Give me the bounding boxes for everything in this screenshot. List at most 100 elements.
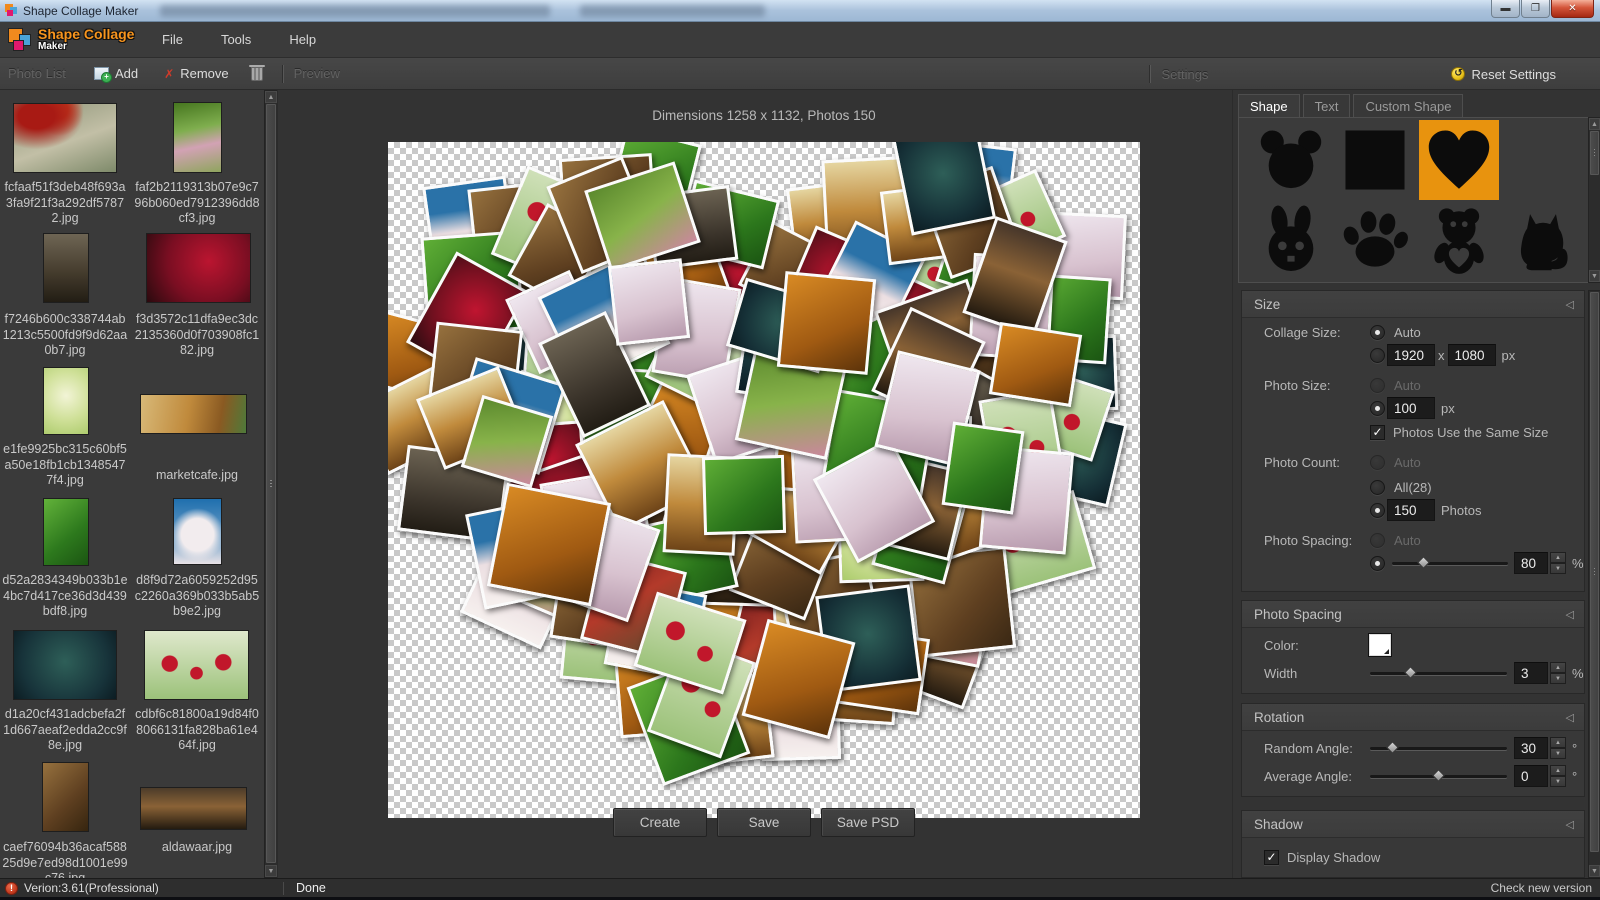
photo-spacing-auto-radio[interactable] (1370, 532, 1385, 548)
shape-option-paw[interactable] (1335, 200, 1415, 280)
collapse-arrow-icon[interactable]: ◁ (1566, 818, 1574, 831)
collage-dimensions-text: Dimensions 1258 x 1132, Photos 150 (652, 108, 876, 123)
photo-thumbnail[interactable] (43, 498, 89, 566)
shape-cat-icon (1520, 214, 1568, 271)
photo-thumbnail[interactable] (140, 394, 247, 434)
collage-width-input[interactable] (1387, 344, 1435, 366)
photo-size-input[interactable] (1387, 397, 1435, 419)
photo-thumbnail[interactable] (146, 233, 251, 303)
scroll-down-arrow[interactable]: ▼ (1589, 270, 1600, 282)
scrollbar-thumb[interactable] (1590, 131, 1599, 175)
create-button[interactable]: Create (613, 808, 707, 837)
same-size-label: Photos Use the Same Size (1393, 424, 1549, 440)
collage-size-custom-radio[interactable] (1370, 347, 1385, 363)
photo-list-scrollbar[interactable]: ▲ ▼ (264, 90, 277, 878)
toolbar-divider (1150, 65, 1152, 83)
collage-size-auto-radio[interactable] (1370, 324, 1385, 340)
collapse-arrow-icon[interactable]: ◁ (1566, 298, 1574, 311)
photo-spacing-label: Photo Spacing: (1264, 532, 1353, 548)
tab-custom-shape[interactable]: Custom Shape (1353, 94, 1464, 118)
average-angle-spinner[interactable]: ▲ ▼ (1550, 765, 1566, 787)
tab-shape[interactable]: Shape (1238, 94, 1300, 118)
rotation-section-header[interactable]: Rotation ◁ (1242, 704, 1584, 731)
shape-grid-scrollbar[interactable]: ▲ ▼ (1588, 117, 1600, 283)
shape-option-mickey[interactable] (1251, 120, 1331, 200)
photo-thumbnail[interactable] (43, 367, 89, 435)
random-angle-input[interactable] (1514, 737, 1548, 759)
settings-scrollbar[interactable]: ▼ (1588, 290, 1600, 878)
photo-thumbnail[interactable] (13, 103, 117, 173)
photo-spacing-section-header[interactable]: Photo Spacing ◁ (1242, 601, 1584, 628)
menu-help[interactable]: Help (277, 26, 328, 53)
scroll-down-arrow[interactable]: ▼ (1589, 865, 1600, 877)
shape-option-cat[interactable] (1503, 200, 1583, 280)
photo-count-custom-radio[interactable] (1370, 502, 1385, 518)
photo-thumbnail[interactable] (42, 762, 89, 832)
scrollbar-thumb[interactable] (1590, 292, 1599, 852)
scroll-up-arrow[interactable]: ▲ (265, 91, 277, 103)
collage-height-input[interactable] (1447, 344, 1496, 366)
photo-spacing-spinner[interactable]: ▲ ▼ (1550, 552, 1566, 574)
menu-file[interactable]: File (150, 26, 195, 53)
scrollbar-thumb[interactable] (266, 104, 276, 863)
spacing-color-swatch[interactable] (1368, 633, 1392, 657)
photo-thumbnail[interactable] (13, 630, 117, 700)
display-shadow-checkbox[interactable]: ✓ (1264, 849, 1279, 865)
spacing-width-spinner[interactable]: ▲ ▼ (1550, 662, 1566, 684)
average-angle-slider[interactable] (1370, 769, 1507, 783)
preview-button: Preview (293, 66, 340, 81)
all-label: All(28) (1394, 479, 1432, 495)
spacing-width-slider[interactable] (1370, 666, 1507, 680)
save-button[interactable]: Save (717, 808, 811, 837)
scroll-down-arrow[interactable]: ▼ (265, 865, 277, 877)
auto-label: Auto (1394, 324, 1421, 340)
restore-button[interactable]: ❐ (1521, 0, 1550, 18)
photo-filename: fcfaaf51f3deb48f693a3fa9f21f3a292df57872… (4, 180, 126, 225)
menu-tools[interactable]: Tools (209, 26, 263, 53)
photo-thumbnail[interactable] (144, 630, 249, 700)
photo-size-auto-radio[interactable] (1370, 377, 1385, 393)
photo-count-auto-radio[interactable] (1370, 454, 1385, 470)
same-size-checkbox[interactable]: ✓ (1370, 424, 1385, 440)
photo-spacing-slider[interactable] (1392, 556, 1508, 570)
shadow-section-header[interactable]: Shadow ◁ (1242, 811, 1584, 838)
photo-filename: d8f9d72a6059252d95c2260a369b033b5ab5b9e2… (134, 573, 260, 618)
save-psd-button[interactable]: Save PSD (821, 808, 915, 837)
collapse-arrow-icon[interactable]: ◁ (1566, 608, 1574, 621)
photo-thumbnail[interactable] (173, 498, 222, 565)
check-new-version-link[interactable]: Check new version (1491, 881, 1592, 895)
remove-x-icon: ✗ (164, 66, 175, 81)
reset-settings-button[interactable]: ↺ Reset Settings (1451, 67, 1556, 82)
shape-option-rabbit[interactable] (1251, 200, 1331, 280)
titlebar: Shape Collage Maker ▬ ❐ ✕ (0, 0, 1600, 22)
photo-spacing-custom-radio[interactable] (1370, 555, 1385, 571)
close-button[interactable]: ✕ (1551, 0, 1594, 18)
shape-option-moon[interactable] (1503, 120, 1583, 200)
auto-label: Auto (1394, 377, 1421, 393)
random-angle-spinner[interactable]: ▲ ▼ (1550, 737, 1566, 759)
shadow-section: Shadow ◁ ✓ Display Shadow (1241, 810, 1585, 878)
tab-text[interactable]: Text (1302, 94, 1351, 118)
photo-thumbnail[interactable] (43, 233, 89, 303)
remove-button[interactable]: ✗ Remove (156, 62, 236, 85)
collapse-arrow-icon[interactable]: ◁ (1566, 711, 1574, 724)
shape-option-square[interactable] (1335, 120, 1415, 200)
minimize-button[interactable]: ▬ (1491, 0, 1520, 18)
spacing-width-input[interactable] (1514, 662, 1548, 684)
scroll-up-arrow[interactable]: ▲ (1589, 118, 1600, 130)
shape-option-bear[interactable] (1419, 200, 1499, 280)
photo-spacing-input[interactable] (1514, 552, 1548, 574)
photo-thumbnail[interactable] (173, 102, 222, 173)
photo-count-input[interactable] (1387, 499, 1435, 521)
photo-thumbnail[interactable] (140, 787, 247, 830)
size-section-header[interactable]: Size ◁ (1242, 291, 1584, 318)
add-button[interactable]: Add (86, 62, 146, 85)
photo-count-all-radio[interactable] (1370, 479, 1385, 495)
shape-option-heart[interactable] (1419, 120, 1499, 200)
percent-label: % (1572, 665, 1584, 681)
logo-icon (8, 27, 34, 53)
random-angle-slider[interactable] (1370, 741, 1507, 755)
average-angle-input[interactable] (1514, 765, 1548, 787)
trash-icon[interactable] (248, 64, 265, 81)
photo-size-custom-radio[interactable] (1370, 400, 1385, 416)
